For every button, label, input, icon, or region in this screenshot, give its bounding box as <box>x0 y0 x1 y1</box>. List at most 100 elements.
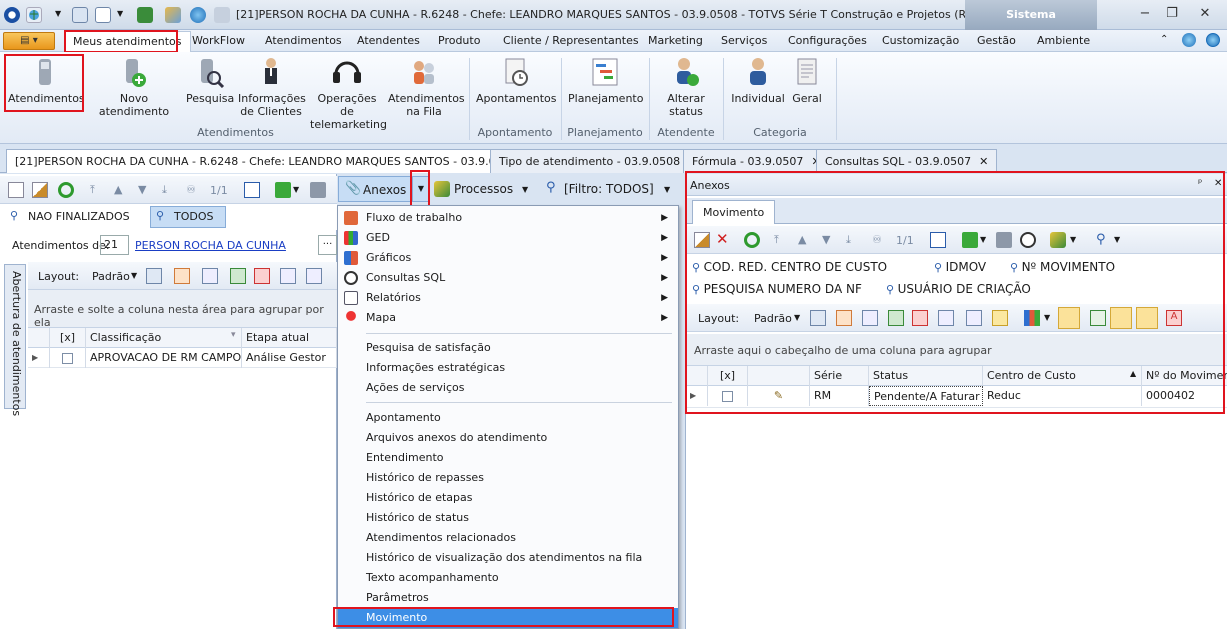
ribbon-novo-atendimento-button[interactable]: Novo atendimento <box>88 56 180 118</box>
layout-delete-icon[interactable] <box>174 268 190 284</box>
window-icon[interactable] <box>72 7 88 23</box>
grid-icon[interactable] <box>244 182 260 198</box>
filter-nao-finalizados[interactable]: NAO FINALIZADOS <box>28 210 130 223</box>
exit-icon[interactable] <box>137 7 153 23</box>
next-icon[interactable]: ▼ <box>138 183 146 196</box>
menu-customizacao[interactable]: Customização <box>882 34 959 47</box>
menu-configuracoes[interactable]: Configurações <box>788 34 867 47</box>
minimize-button[interactable]: − <box>1135 6 1155 24</box>
menu-arquivos-anexos[interactable]: Arquivos anexos do atendimento <box>338 428 678 448</box>
menu-marketing[interactable]: Marketing <box>648 34 703 47</box>
restore-button[interactable]: ❐ <box>1162 6 1182 24</box>
menu-ged[interactable]: GED ▶ <box>338 228 678 248</box>
ribbon-planejamento-button[interactable]: Planejamento <box>568 56 643 105</box>
collapse-ribbon-icon[interactable]: ⌃ <box>1160 34 1168 45</box>
menu-workflow[interactable]: WorkFlow <box>192 34 245 47</box>
print-icon[interactable] <box>310 182 326 198</box>
tab-person-rocha[interactable]: [21]PERSON ROCHA DA CUNHA - R.6248 - Che… <box>6 149 543 173</box>
ribbon-atendimentos-fila-button[interactable]: Atendimentos na Fila <box>388 56 465 118</box>
ribbon-alterar-status-button[interactable]: Alterar status <box>656 56 716 118</box>
close-button[interactable]: ✕ <box>1195 6 1215 24</box>
menu-relatorios[interactable]: Relatórios ▶ <box>338 288 678 308</box>
abertura-atendimentos-side-tab[interactable]: Abertura de atendimentos <box>4 264 26 416</box>
menu-gestao[interactable]: Gestão <box>977 34 1016 47</box>
menu-historico-etapas[interactable]: Histórico de etapas <box>338 488 678 508</box>
app-logo-icon[interactable] <box>4 7 20 23</box>
globe-icon[interactable] <box>26 7 42 23</box>
pencil-icon[interactable] <box>165 7 181 23</box>
tab-formula[interactable]: Fórmula - 03.9.0507✕ <box>683 149 830 173</box>
filtro-button[interactable]: [Filtro: TODOS] <box>564 182 654 196</box>
menu-atendimentos[interactable]: Atendimentos <box>265 34 342 47</box>
ribbon-apontamentos-button[interactable]: Apontamentos <box>476 56 557 105</box>
menu-apontamento[interactable]: Apontamento <box>338 408 678 428</box>
first-icon[interactable]: ⤒ <box>90 183 95 197</box>
window-blank-icon[interactable] <box>95 7 111 23</box>
atendimento-number-field[interactable]: 21 <box>100 235 129 255</box>
menu-parametros[interactable]: Parâmetros <box>338 588 678 608</box>
globe-icon[interactable] <box>190 7 206 23</box>
globe-icon[interactable] <box>1182 33 1196 47</box>
lookup-button[interactable]: ... <box>318 235 337 255</box>
ribbon-pesquisa-button[interactable]: Pesquisa <box>186 56 234 105</box>
tab-tipo-atendimento[interactable]: Tipo de atendimento - 03.9.0508✕ <box>490 149 707 173</box>
refresh-icon[interactable] <box>58 182 74 198</box>
binoculars-icon[interactable]: ♾ <box>186 183 196 196</box>
layout-list-icon[interactable] <box>202 268 218 284</box>
menu-ambiente[interactable]: Ambiente <box>1037 34 1090 47</box>
menu-informacoes-estrategicas[interactable]: Informações estratégicas <box>338 358 678 378</box>
ribbon-operacoes-telemarketing-button[interactable]: Operações de telemarketing <box>310 56 387 131</box>
atendimento-person-link[interactable]: PERSON ROCHA DA CUNHA <box>135 239 315 252</box>
menu-atendimentos-relacionados[interactable]: Atendimentos relacionados <box>338 528 678 548</box>
menu-cliente-representantes[interactable]: Cliente / Representantes <box>503 34 639 47</box>
filter-icon[interactable]: ▾ <box>231 330 236 340</box>
menu-historico-repasses[interactable]: Histórico de repasses <box>338 468 678 488</box>
edit-icon[interactable] <box>32 182 48 198</box>
menu-entendimento[interactable]: Entendimento <box>338 448 678 468</box>
dropdown-arrow-icon[interactable]: ▼ <box>131 271 137 280</box>
menu-pesquisa-satisfacao[interactable]: Pesquisa de satisfação <box>338 338 678 358</box>
dropdown-arrow-icon[interactable]: ▼ <box>522 185 528 194</box>
dropdown-arrow-icon[interactable]: ▼ <box>664 185 670 194</box>
menu-servicos[interactable]: Serviços <box>721 34 767 47</box>
layout-columns-icon[interactable] <box>280 268 296 284</box>
app-menu-button[interactable]: ▤ ▾ <box>3 32 55 50</box>
menu-fluxo-trabalho[interactable]: Fluxo de trabalho ▶ <box>338 208 678 228</box>
table-row[interactable]: ▶ APROVACAO DE RM CAMPO Análise Gestor <box>28 348 337 368</box>
menu-consultas-sql[interactable]: Consultas SQL ▶ <box>338 268 678 288</box>
layout-export-icon[interactable] <box>254 268 270 284</box>
menu-graficos[interactable]: Gráficos ▶ <box>338 248 678 268</box>
menu-texto-acompanhamento[interactable]: Texto acompanhamento <box>338 568 678 588</box>
dropdown-arrow-icon[interactable]: ▼ <box>55 9 61 18</box>
menu-mapa[interactable]: Mapa ▶ <box>338 308 678 328</box>
column-header-etapa[interactable]: Etapa atual <box>242 328 337 348</box>
paint-icon[interactable] <box>214 7 230 23</box>
layout-save-icon[interactable] <box>146 268 162 284</box>
layout-padrao-dropdown[interactable]: Padrão <box>92 270 130 283</box>
new-document-icon[interactable] <box>8 182 24 198</box>
menu-historico-visualizacao[interactable]: Histórico de visualização dos atendiment… <box>338 548 678 568</box>
system-tab[interactable]: Sistema <box>965 0 1097 30</box>
go-icon[interactable] <box>275 182 291 198</box>
anexos-button[interactable]: 📎 Anexos <box>338 176 412 202</box>
row-checkbox[interactable] <box>62 352 73 364</box>
layout-sum-icon[interactable] <box>306 268 322 284</box>
column-header-check[interactable]: [x] <box>50 328 86 348</box>
ribbon-geral-button[interactable]: Geral <box>786 56 828 105</box>
dropdown-arrow-icon[interactable]: ▼ <box>117 9 123 18</box>
menu-produto[interactable]: Produto <box>438 34 480 47</box>
close-icon[interactable]: ✕ <box>979 155 988 168</box>
help-icon[interactable] <box>1206 33 1220 47</box>
previous-icon[interactable]: ▲ <box>114 183 122 196</box>
group-area[interactable]: Arraste e solte a coluna nesta área para… <box>28 290 337 329</box>
menu-acoes-servicos[interactable]: Ações de serviços <box>338 378 678 398</box>
layout-import-icon[interactable] <box>230 268 246 284</box>
dropdown-arrow-icon[interactable]: ▼ <box>293 185 299 194</box>
ribbon-individual-button[interactable]: Individual <box>731 56 785 105</box>
processos-button[interactable]: Processos <box>454 182 513 196</box>
menu-atendentes[interactable]: Atendentes <box>357 34 420 47</box>
tab-consultas-sql[interactable]: Consultas SQL - 03.9.0507 ✕ <box>816 149 998 173</box>
ribbon-informacoes-clientes-button[interactable]: Informações de Clientes <box>238 56 306 118</box>
last-icon[interactable]: ⤓ <box>162 183 167 197</box>
menu-historico-status[interactable]: Histórico de status <box>338 508 678 528</box>
